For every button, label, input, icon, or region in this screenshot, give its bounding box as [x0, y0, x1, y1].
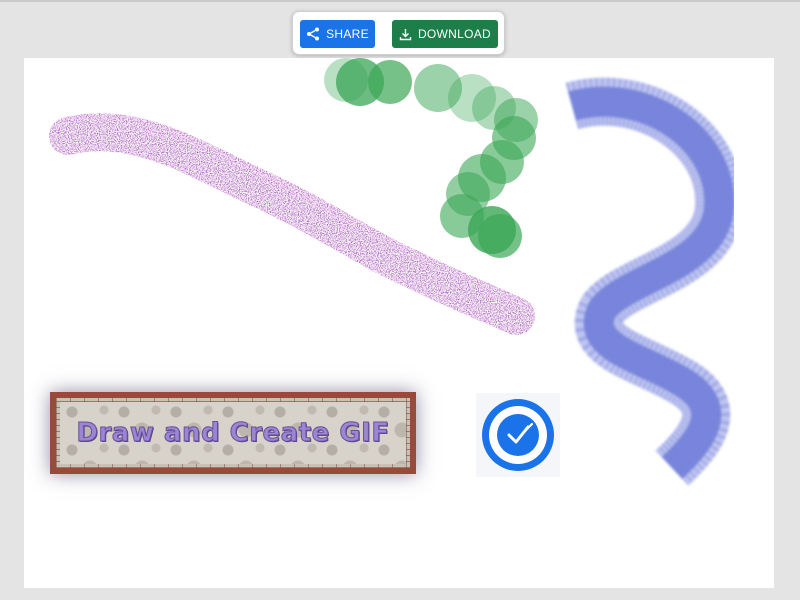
banner-title: Draw and Create GIF [76, 418, 390, 449]
share-icon [307, 27, 320, 41]
banner: Draw and Create GIF [50, 392, 416, 474]
download-icon [399, 28, 412, 40]
share-button[interactable]: SHARE [300, 20, 375, 48]
share-label: SHARE [326, 27, 369, 41]
app-badge [476, 393, 560, 477]
download-button[interactable]: DOWNLOAD [392, 20, 498, 48]
window-top-border [0, 0, 800, 2]
toolbar: SHARE DOWNLOAD [292, 11, 505, 55]
download-label: DOWNLOAD [417, 27, 492, 41]
blue-brush-stroke [565, 77, 744, 486]
drawing-canvas[interactable]: Draw and Create GIF [24, 58, 774, 588]
